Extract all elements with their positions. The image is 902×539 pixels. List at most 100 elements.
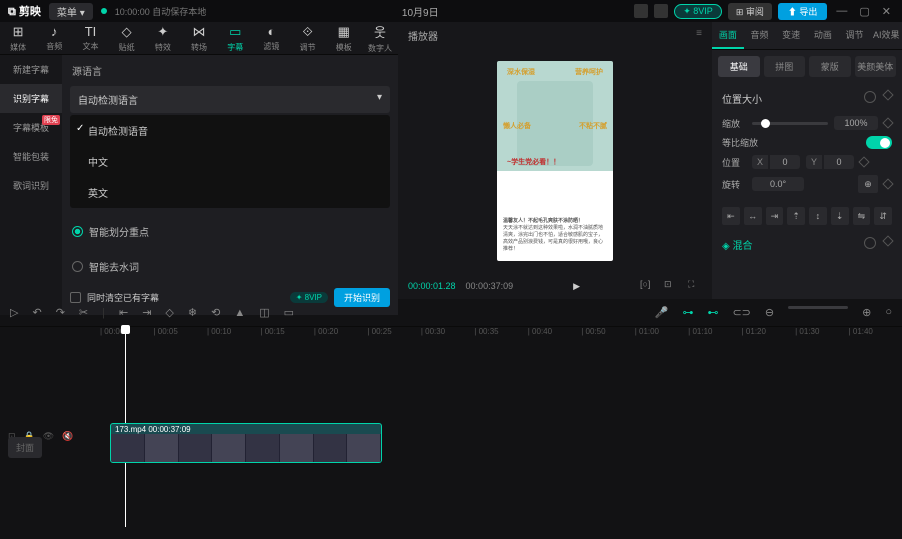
flip-h-icon[interactable]: ⇋ [853, 207, 871, 225]
prop-tab-调节[interactable]: 调节 [839, 22, 871, 49]
rotation-input[interactable]: 0.0° [752, 177, 804, 191]
crop-icon[interactable]: ◫ [259, 306, 269, 319]
align-hcenter-icon[interactable]: ↔ [744, 207, 762, 225]
freeze-icon[interactable]: ❄ [188, 306, 197, 319]
rot-keyframe-icon[interactable] [882, 178, 893, 189]
cover-track-header[interactable]: 封面 [0, 427, 100, 467]
grid-icon[interactable] [654, 4, 668, 18]
keyframe-icon[interactable] [882, 89, 893, 100]
delete-left-icon[interactable]: ⇤ [119, 306, 128, 319]
side-tab-识别字幕[interactable]: 识别字幕 [0, 84, 62, 113]
tool-数字人[interactable]: 웃数字人 [362, 22, 398, 54]
prop-tab-变速[interactable]: 变速 [775, 22, 807, 49]
pos-keyframe-icon[interactable] [858, 156, 869, 167]
blend-keyframe-icon[interactable] [882, 235, 893, 246]
blend-header[interactable]: ◈ 混合 [722, 237, 752, 252]
side-tab-歌词识别[interactable]: 歌词识别 [0, 171, 62, 200]
speed-icon[interactable]: ▭ [284, 306, 294, 319]
reset-icon[interactable] [864, 91, 876, 103]
tool-转场[interactable]: ⋈转场 [181, 22, 217, 54]
tool-模板[interactable]: ▦模板 [326, 22, 362, 54]
lang-opt-auto[interactable]: 自动检测语音 [70, 115, 390, 146]
zoom-out-icon[interactable]: ⊖ [765, 306, 774, 319]
smart-highlight-option[interactable]: 智能划分重点 [72, 224, 388, 239]
minimize-button[interactable]: — [833, 5, 850, 17]
align-right-icon[interactable]: ⇥ [766, 207, 784, 225]
fit-icon[interactable]: ○ [885, 306, 892, 319]
delete-right-icon[interactable]: ⇥ [142, 306, 151, 319]
maximize-button[interactable]: ▢ [856, 5, 872, 18]
undo-icon[interactable]: ↶ [32, 306, 41, 319]
video-preview[interactable]: 深水保湿 营养呵护 懒人必备 不粘不腻 ~学生党必看！！ 温馨友人！不起毛孔爽肤… [497, 61, 613, 261]
tool-滤镜[interactable]: ◐滤镜 [253, 22, 289, 54]
reverse-icon[interactable]: ⟲ [211, 306, 220, 319]
review-button[interactable]: ⊞ 审阅 [728, 3, 772, 20]
prop-subtab-基础[interactable]: 基础 [718, 56, 760, 77]
zoom-in-icon[interactable]: ⊕ [862, 306, 871, 319]
title-bar: ⧉ 剪映 菜单 ▾ 10:00:00 自动保存本地 10月9日 ✦ 8VIP ⊞… [0, 0, 902, 22]
preview-ratio-icon[interactable]: [○] [640, 279, 654, 293]
vip-badge[interactable]: ✦ 8VIP [674, 4, 722, 19]
prop-subtab-美颜美体[interactable]: 美颜美体 [855, 56, 897, 77]
prop-tab-AI效果[interactable]: AI效果 [870, 22, 902, 49]
pos-x-input[interactable]: 0 [770, 155, 800, 169]
tool-调节[interactable]: ⟐调节 [290, 22, 326, 54]
cursor-tool-icon[interactable]: ▷ [10, 306, 18, 319]
preview-scale-icon[interactable]: ⊡ [664, 279, 678, 293]
prop-tab-音频[interactable]: 音频 [744, 22, 776, 49]
align-bottom-icon[interactable]: ⇣ [831, 207, 849, 225]
align-top-icon[interactable]: ⇡ [787, 207, 805, 225]
ruler-mark: | 01:10 [688, 327, 741, 345]
link-icon[interactable]: ⊷ [707, 306, 718, 319]
prop-subtab-蒙版[interactable]: 蒙版 [809, 56, 851, 77]
mic-icon[interactable]: 🎤 [655, 306, 669, 319]
prop-subtab-拼图[interactable]: 拼图 [764, 56, 806, 77]
total-time: 00:00:37:09 [466, 281, 514, 291]
export-button[interactable]: ⬆ 导出 [778, 3, 828, 20]
tool-特效[interactable]: ✦特效 [145, 22, 181, 54]
tool-媒体[interactable]: ⊞媒体 [0, 22, 36, 54]
layout-icon[interactable] [634, 4, 648, 18]
pos-y-input[interactable]: 0 [824, 155, 854, 169]
side-tab-智能包装[interactable]: 智能包装 [0, 142, 62, 171]
fullscreen-icon[interactable]: ⛶ [688, 279, 702, 293]
magnet-icon[interactable]: ⊶ [682, 306, 693, 319]
prop-tab-动画[interactable]: 动画 [807, 22, 839, 49]
tool-文本[interactable]: TI文本 [72, 22, 108, 54]
video-clip[interactable]: 173.mp4 00:00:37:09 [110, 423, 382, 463]
snap-icon[interactable]: ⊂⊃ [732, 306, 750, 319]
tool-贴纸[interactable]: ◇贴纸 [109, 22, 145, 54]
side-tab-字幕模板[interactable]: 字幕模板限免 [0, 113, 62, 142]
blend-reset-icon[interactable] [864, 237, 876, 249]
ratio-lock-toggle[interactable] [866, 136, 892, 149]
ruler-mark: | 00:10 [207, 327, 260, 345]
rotate-step-icon[interactable]: ⊕ [858, 175, 878, 193]
tool-字幕[interactable]: ▭字幕 [217, 22, 253, 54]
align-left-icon[interactable]: ⇤ [722, 207, 740, 225]
lang-header: 源语言 [62, 55, 398, 86]
tool-音频[interactable]: ♪音频 [36, 22, 72, 54]
scale-slider[interactable] [752, 122, 828, 125]
close-button[interactable]: ✕ [879, 5, 894, 18]
tag-icon[interactable]: ◇ [165, 306, 173, 319]
time-ruler[interactable]: | 00:00| 00:05| 00:10| 00:15| 00:20| 00:… [0, 327, 902, 345]
scale-keyframe-icon[interactable] [882, 117, 893, 128]
zoom-slider[interactable] [788, 306, 848, 309]
ratio-lock-label: 等比缩放 [722, 136, 758, 149]
smart-trim-option[interactable]: 智能去水词 [72, 259, 388, 274]
language-select[interactable]: 自动检测语言▾ [70, 86, 390, 113]
play-button[interactable]: ▶ [573, 281, 580, 292]
tracks-area[interactable]: ⊡ 🔒 👁 🔇 封面 173.mp4 00:00:37:09 [0, 345, 902, 539]
menu-button[interactable]: 菜单 ▾ [49, 3, 93, 20]
scale-value[interactable]: 100% [834, 116, 878, 130]
flip-v-icon[interactable]: ⇵ [874, 207, 892, 225]
preview-menu-icon[interactable]: ≡ [696, 28, 702, 43]
side-tab-新建字幕[interactable]: 新建字幕 [0, 55, 62, 84]
mirror-icon[interactable]: ▲ [234, 307, 245, 319]
align-vcenter-icon[interactable]: ↕ [809, 207, 827, 225]
prop-tab-画面[interactable]: 画面 [712, 22, 744, 49]
lang-opt-en[interactable]: 英文 [70, 177, 390, 208]
redo-icon[interactable]: ↷ [56, 306, 65, 319]
lang-opt-zh[interactable]: 中文 [70, 146, 390, 177]
split-icon[interactable]: ✂ [79, 306, 88, 319]
